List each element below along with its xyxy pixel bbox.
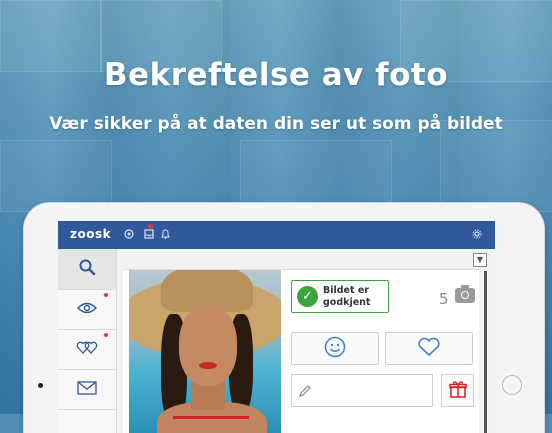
- eye-icon: [77, 300, 97, 319]
- chevron-down-icon[interactable]: ▼: [473, 253, 487, 267]
- gift-icon: [448, 380, 467, 402]
- tablet-home-button[interactable]: [502, 375, 522, 395]
- inbox-notification-badge: [148, 224, 153, 229]
- views-notification-dot: [104, 293, 108, 297]
- like-button[interactable]: [385, 332, 473, 365]
- hearts-icon: [76, 339, 98, 359]
- tablet-frame: zoosk ▼ ✓ Bildet er godkjent 5: [24, 203, 544, 433]
- matches-notification-dot: [104, 333, 108, 337]
- gear-icon[interactable]: [472, 229, 482, 242]
- sidebar-item-search[interactable]: [58, 249, 116, 290]
- bell-icon[interactable]: [161, 229, 170, 242]
- promo-headline: Bekreftelse av foto: [103, 57, 449, 93]
- scrollbar[interactable]: [484, 271, 487, 433]
- mail-icon: [77, 380, 97, 399]
- promo-subline: Vær sikker på at daten din ser ut som på…: [49, 114, 503, 134]
- tablet-camera: [38, 383, 43, 388]
- inbox-icon[interactable]: [144, 229, 154, 242]
- sidebar-item-views[interactable]: [58, 289, 116, 330]
- smile-button[interactable]: [291, 332, 379, 365]
- camera-icon[interactable]: [455, 285, 475, 303]
- photo-verified-badge: ✓ Bildet er godkjent: [291, 280, 389, 313]
- profile-card: ✓ Bildet er godkjent 5: [123, 269, 479, 433]
- search-icon: [78, 258, 96, 280]
- photo-count: 5: [439, 290, 449, 308]
- app-sidebar: [58, 249, 117, 433]
- app-screen: zoosk ▼ ✓ Bildet er godkjent 5: [58, 221, 495, 433]
- verified-badge-label: Bildet er godkjent: [323, 285, 371, 308]
- smiley-icon: [324, 336, 346, 362]
- sidebar-item-matches[interactable]: [58, 329, 116, 370]
- profile-content: ▼ ✓ Bildet er godkjent 5: [117, 249, 495, 433]
- message-input[interactable]: [291, 374, 433, 407]
- profile-photo[interactable]: [129, 270, 281, 433]
- send-gift-button[interactable]: [441, 374, 474, 407]
- pencil-icon: [298, 383, 312, 402]
- sidebar-item-messages[interactable]: [58, 369, 116, 410]
- app-logo: zoosk: [70, 227, 112, 241]
- checkmark-icon: ✓: [297, 286, 318, 307]
- heart-icon: [417, 337, 441, 361]
- coin-icon[interactable]: [124, 229, 134, 242]
- profile-actions: ✓ Bildet er godkjent 5: [287, 270, 479, 433]
- app-topbar: zoosk: [58, 221, 495, 249]
